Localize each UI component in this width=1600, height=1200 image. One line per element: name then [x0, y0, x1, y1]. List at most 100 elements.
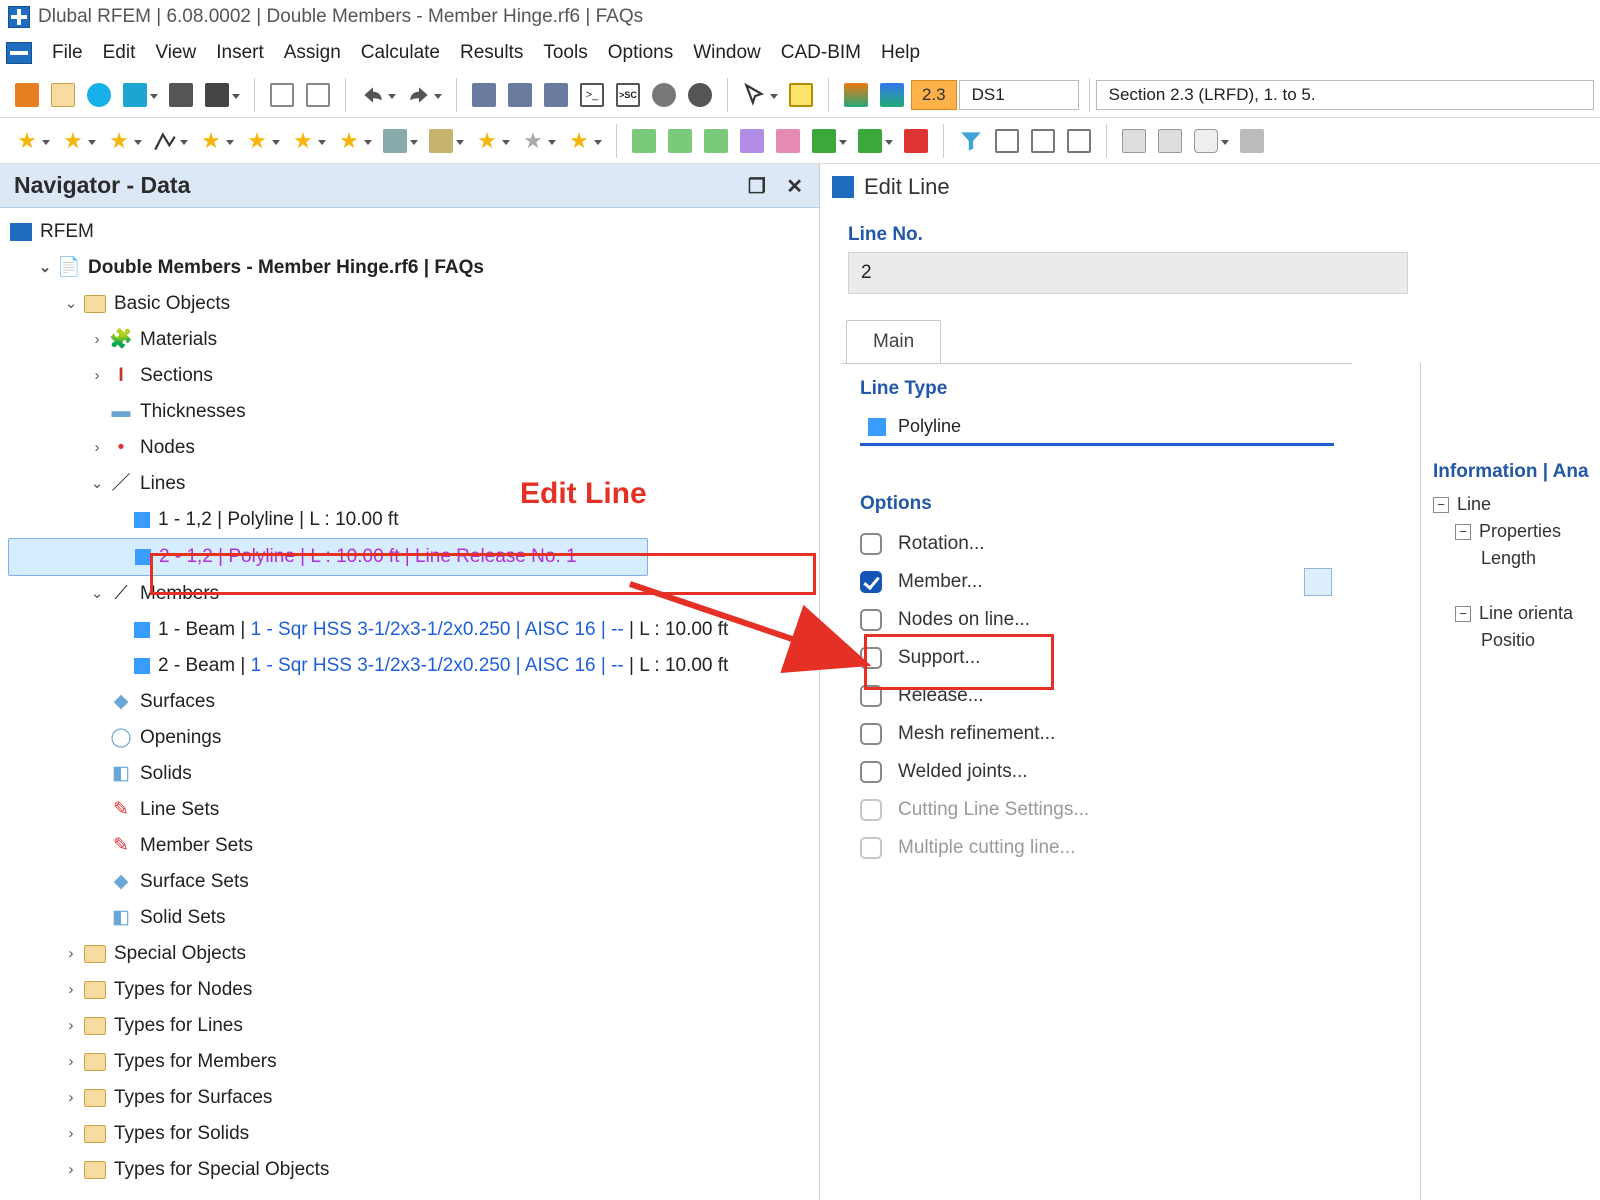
checkbox-icon[interactable] — [860, 761, 882, 783]
menu-cadbim[interactable]: CAD-BIM — [771, 38, 871, 68]
tree-surfacesets[interactable]: ·◆Surface Sets — [8, 864, 819, 900]
support1-icon[interactable] — [627, 124, 661, 158]
chart-icon[interactable] — [990, 124, 1024, 158]
menu-results[interactable]: Results — [450, 38, 533, 68]
cursor-mode-icon[interactable] — [738, 78, 772, 112]
headset-icon[interactable] — [683, 78, 717, 112]
tree-folder[interactable]: ›Types for Members — [8, 1044, 819, 1080]
star2-icon[interactable]: ★ — [56, 124, 90, 158]
support5-icon[interactable] — [771, 124, 805, 158]
star7-icon[interactable]: ★ — [332, 124, 366, 158]
option-release[interactable]: Release... — [842, 677, 1352, 715]
option-support[interactable]: Support... — [842, 639, 1352, 677]
menu-options[interactable]: Options — [598, 38, 683, 68]
redo-icon[interactable] — [402, 78, 436, 112]
tree2-tool-icon[interactable] — [853, 124, 887, 158]
tab-main[interactable]: Main — [846, 320, 941, 363]
star3-icon[interactable]: ★ — [102, 124, 136, 158]
edit-member-icon[interactable] — [1304, 568, 1332, 596]
tree-folder[interactable]: ›Types for Surfaces — [8, 1080, 819, 1116]
lc2-icon[interactable] — [875, 78, 909, 112]
tree-folder[interactable]: ›Types for Solids — [8, 1116, 819, 1152]
settings-icon[interactable] — [647, 78, 681, 112]
startool-icon[interactable]: ★ — [562, 124, 596, 158]
tree-surfaces[interactable]: ·◆Surfaces — [8, 684, 819, 720]
open-icon[interactable] — [46, 78, 80, 112]
tree-solids[interactable]: ·◧Solids — [8, 756, 819, 792]
tree-members[interactable]: ⌄⟋ Members — [8, 576, 819, 612]
option-welded[interactable]: Welded joints... — [842, 753, 1352, 791]
span-icon[interactable] — [1026, 124, 1060, 158]
navigator-tree[interactable]: RFEM ⌄📄 Double Members - Member Hinge.rf… — [0, 208, 819, 1200]
star8-icon[interactable]: ★ — [470, 124, 504, 158]
tree-root[interactable]: RFEM — [8, 214, 819, 250]
linetype-select[interactable]: Polyline — [860, 410, 1334, 446]
section-combo[interactable]: Section 2.3 (LRFD), 1. to 5. — [1096, 80, 1594, 110]
misc2-icon[interactable] — [1153, 124, 1187, 158]
cube-tool-icon[interactable] — [378, 124, 412, 158]
checkbox-icon[interactable] — [860, 609, 882, 631]
info-properties[interactable]: −Properties — [1433, 518, 1600, 545]
doc1-icon[interactable] — [265, 78, 299, 112]
lc1-icon[interactable] — [839, 78, 873, 112]
print-icon[interactable] — [200, 78, 234, 112]
save-icon[interactable] — [164, 78, 198, 112]
cloud-icon[interactable] — [82, 78, 116, 112]
new-model-icon[interactable] — [10, 78, 44, 112]
menu-help[interactable]: Help — [871, 38, 930, 68]
star9-icon[interactable]: ★ — [516, 124, 550, 158]
undo-icon[interactable] — [356, 78, 390, 112]
tree-membersets[interactable]: ·✎Member Sets — [8, 828, 819, 864]
menu-insert[interactable]: Insert — [206, 38, 274, 68]
checkbox-icon[interactable] — [860, 647, 882, 669]
menu-window[interactable]: Window — [683, 38, 771, 68]
tree-lines[interactable]: ⌄／ Lines — [8, 466, 819, 502]
star6-icon[interactable]: ★ — [286, 124, 320, 158]
tree-sections[interactable]: ›I Sections — [8, 358, 819, 394]
doc2-icon[interactable] — [301, 78, 335, 112]
restore-icon[interactable]: ❐ — [748, 176, 766, 198]
option-member[interactable]: Member... — [842, 563, 1352, 601]
checkbox-icon[interactable] — [860, 723, 882, 745]
tree-basic-objects[interactable]: ⌄ Basic Objects — [8, 286, 819, 322]
design-situation-combo[interactable]: DS1 — [959, 80, 1079, 110]
frame-icon[interactable] — [1062, 124, 1096, 158]
view-a-icon[interactable] — [467, 78, 501, 112]
tree-thicknesses[interactable]: ·▬ Thicknesses — [8, 394, 819, 430]
option-nodes[interactable]: Nodes on line... — [842, 601, 1352, 639]
dice-icon[interactable] — [1189, 124, 1223, 158]
console-icon[interactable]: >_ — [575, 78, 609, 112]
tree-member-1[interactable]: · 1 - Beam | 1 - Sqr HSS 3-1/2x3-1/2x0.2… — [8, 612, 819, 648]
tree-linesets[interactable]: ·✎Line Sets — [8, 792, 819, 828]
support2-icon[interactable] — [663, 124, 697, 158]
menu-file[interactable]: File — [42, 38, 93, 68]
lineno-field[interactable]: 2 — [848, 252, 1408, 294]
tree-folder[interactable]: ›Types for Lines — [8, 1008, 819, 1044]
tree-materials[interactable]: ›🧩 Materials — [8, 322, 819, 358]
misc1-icon[interactable] — [1117, 124, 1151, 158]
tree-openings[interactable]: ·◯Openings — [8, 720, 819, 756]
support3-icon[interactable] — [699, 124, 733, 158]
misc3-icon[interactable] — [1235, 124, 1269, 158]
menu-edit[interactable]: Edit — [93, 38, 146, 68]
checkbox-icon[interactable] — [860, 685, 882, 707]
filter-icon[interactable] — [954, 124, 988, 158]
tree-tool-icon[interactable] — [807, 124, 841, 158]
option-mesh[interactable]: Mesh refinement... — [842, 715, 1352, 753]
tree-line-1[interactable]: · 1 - 1,2 | Polyline | L : 10.00 ft — [8, 502, 819, 538]
star4-icon[interactable]: ★ — [194, 124, 228, 158]
support4-icon[interactable] — [735, 124, 769, 158]
view-c-icon[interactable] — [539, 78, 573, 112]
view-b-icon[interactable] — [503, 78, 537, 112]
menu-tools[interactable]: Tools — [533, 38, 597, 68]
tree-nodes[interactable]: ›• Nodes — [8, 430, 819, 466]
menu-assign[interactable]: Assign — [274, 38, 351, 68]
info-line[interactable]: −Line — [1433, 491, 1600, 518]
option-rotation[interactable]: Rotation... — [842, 525, 1352, 563]
polyline-tool-icon[interactable] — [148, 124, 182, 158]
tree-member-2[interactable]: · 2 - Beam | 1 - Sqr HSS 3-1/2x3-1/2x0.2… — [8, 648, 819, 684]
menu-view[interactable]: View — [145, 38, 206, 68]
snap-icon[interactable] — [784, 78, 818, 112]
tree-line-2-selected[interactable]: · 2 - 1,2 | Polyline | L : 10.00 ft | Li… — [8, 538, 648, 576]
node-tool-icon[interactable] — [899, 124, 933, 158]
